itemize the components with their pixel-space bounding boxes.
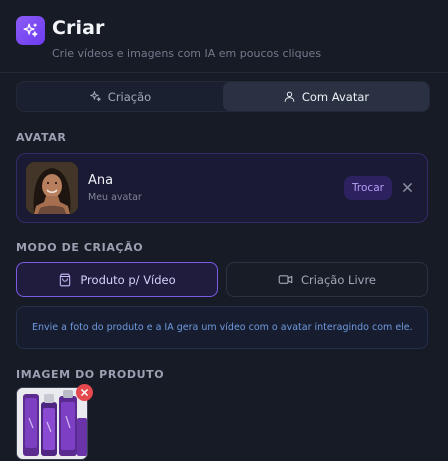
video-camera-icon: [278, 272, 293, 287]
page-title: Criar: [52, 17, 105, 39]
avatar-card: Ana Meu avatar Trocar: [16, 153, 428, 223]
tab-label: Criação: [107, 89, 152, 104]
page-subtitle: Crie vídeos e imagens com IA em poucos c…: [52, 47, 322, 60]
mode-section-label: MODO DE CRIAÇÃO: [16, 241, 144, 254]
product-section-label: IMAGEM DO PRODUTO: [16, 368, 165, 381]
sparkles-icon: [16, 16, 45, 45]
header-divider: [0, 72, 448, 73]
mode-tabs: Criação Com Avatar: [16, 81, 430, 112]
bag-icon: [58, 273, 72, 287]
remove-product-icon[interactable]: [76, 384, 93, 401]
header: Criar Crie vídeos e imagens com IA em po…: [16, 16, 432, 64]
mode-label: Produto p/ Vídeo: [80, 272, 176, 287]
tab-com-avatar[interactable]: Com Avatar: [223, 82, 429, 111]
close-icon[interactable]: [399, 179, 415, 195]
avatar-subtitle: Meu avatar: [88, 192, 142, 203]
sparkles-icon: [89, 90, 102, 103]
tab-criacao[interactable]: Criação: [17, 82, 223, 111]
tab-label: Com Avatar: [301, 89, 370, 104]
user-icon: [283, 90, 296, 103]
mode-product-to-video-button[interactable]: Produto p/ Vídeo: [16, 262, 218, 297]
avatar-name: Ana: [88, 173, 114, 188]
avatar: [26, 162, 78, 214]
mode-free-creation-button[interactable]: Criação Livre: [226, 262, 428, 297]
info-message: Envie a foto do produto e a IA gera um v…: [16, 306, 428, 349]
swap-avatar-button[interactable]: Trocar: [344, 176, 392, 200]
mode-label: Criação Livre: [300, 272, 377, 287]
avatar-section-label: AVATAR: [16, 131, 67, 144]
create-panel: Criar Crie vídeos e imagens com IA em po…: [0, 0, 448, 461]
